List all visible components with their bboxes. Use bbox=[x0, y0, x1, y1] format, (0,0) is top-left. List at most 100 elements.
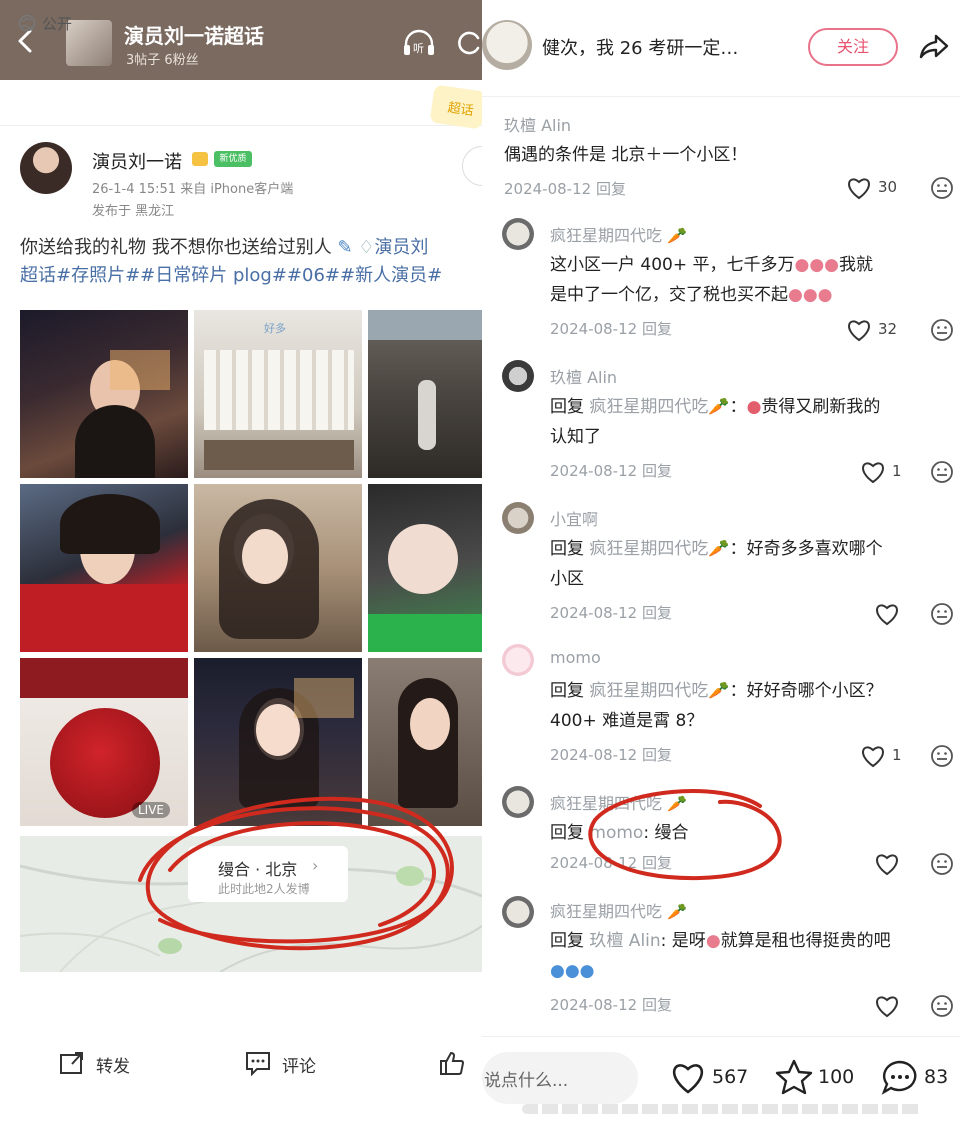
like-heart-icon[interactable] bbox=[874, 852, 900, 876]
comment-like-count: 30 bbox=[878, 178, 898, 196]
photo-4[interactable] bbox=[20, 484, 188, 652]
carrot-icon: 🥕 bbox=[708, 681, 730, 701]
photo-1[interactable] bbox=[20, 310, 188, 478]
supertopic-stats: 3帖子 6粉丝 bbox=[126, 53, 199, 68]
photo-8[interactable] bbox=[194, 658, 362, 826]
like-heart-icon[interactable] bbox=[860, 744, 886, 768]
comment-avatar[interactable] bbox=[502, 644, 534, 676]
author-avatar[interactable] bbox=[20, 142, 72, 194]
post-meta: 26-1-4 15:51 来自 iPhone客户端 bbox=[92, 182, 294, 197]
right-panel: 健次，我 26 考研一定… 关注 玖檀 Alin 偶遇的条件是 北京＋一个小区！… bbox=[482, 0, 960, 1142]
photo-6[interactable] bbox=[368, 484, 482, 652]
map-location-title[interactable]: 缦合 · 北京 bbox=[218, 856, 297, 880]
total-comments: 83 bbox=[924, 1066, 949, 1088]
like-heart-icon[interactable] bbox=[874, 994, 900, 1018]
listen-headphones-icon[interactable]: 听 bbox=[402, 28, 436, 58]
comment-time-reply[interactable]: 2024-08-12 回复 bbox=[550, 994, 672, 1015]
comment-avatar[interactable] bbox=[502, 896, 534, 928]
supertopic-avatar[interactable] bbox=[66, 20, 112, 66]
emoji-reaction-icon[interactable] bbox=[930, 744, 954, 768]
total-favorites: 100 bbox=[818, 1066, 855, 1088]
header-divider bbox=[482, 96, 960, 97]
comment-bubble-icon[interactable] bbox=[880, 1058, 920, 1096]
comment-author[interactable]: 疯狂星期四代吃 🥕 bbox=[550, 898, 687, 922]
post-text-main: 你送给我的礼物 我不想你也送给过别人 bbox=[20, 237, 332, 258]
globe-icon bbox=[18, 14, 36, 32]
comment-author[interactable]: 玖檀 Alin bbox=[550, 364, 617, 388]
emoji-reaction-icon[interactable] bbox=[930, 994, 954, 1018]
emoji-reaction-icon[interactable] bbox=[930, 318, 954, 342]
comment-author[interactable]: 疯狂星期四代吃 🥕 bbox=[550, 790, 687, 814]
comment-avatar[interactable] bbox=[502, 786, 534, 818]
comment-time-reply[interactable]: 2024-08-12 回复 bbox=[504, 178, 626, 199]
repost-button[interactable]: 转发 bbox=[96, 1052, 130, 1077]
like-heart-icon[interactable] bbox=[874, 602, 900, 626]
like-heart-icon[interactable] bbox=[846, 318, 872, 342]
post-tag-line2[interactable]: 超话#存照片##日常碎片 plog##06##新人演员# bbox=[20, 265, 442, 286]
map-location-subtitle: 此时此地2人发博 bbox=[218, 882, 310, 896]
author-follow-button[interactable] bbox=[462, 146, 482, 186]
home-indicator bbox=[522, 1104, 922, 1114]
pig-emoji-icon: ●●● bbox=[788, 285, 833, 305]
follow-button[interactable]: 关注 bbox=[808, 28, 898, 66]
visibility-bar bbox=[0, 80, 482, 126]
carrot-icon: 🥕 bbox=[667, 226, 688, 245]
comment-text: 回复 玖檀 Alin: 是呀●就算是租也得挺贵的吧 ●●● bbox=[550, 931, 891, 981]
visibility-label: 公开 bbox=[42, 15, 73, 33]
live-photo-badge: LIVE bbox=[132, 802, 171, 818]
emoji-reaction-icon[interactable] bbox=[930, 602, 954, 626]
carrot-icon: 🥕 bbox=[667, 794, 688, 813]
comment-author[interactable]: 疯狂星期四代吃 🥕 bbox=[550, 222, 687, 246]
comment-text: 回复 疯狂星期四代吃🥕：好奇多多喜欢哪个 小区 bbox=[550, 539, 883, 589]
emoji-reaction-icon[interactable] bbox=[930, 176, 954, 200]
comment-text: 这小区一户 400+ 平，七千多万●●●我就 是中了一个亿，交了税也买不起●●● bbox=[550, 255, 874, 305]
comment-avatar[interactable] bbox=[502, 218, 534, 250]
comment-avatar[interactable] bbox=[502, 360, 534, 392]
comment-time-reply[interactable]: 2024-08-12 回复 bbox=[550, 852, 672, 873]
video-author-avatar[interactable] bbox=[482, 20, 532, 70]
photo-3[interactable] bbox=[368, 310, 482, 478]
share-arrow-icon[interactable] bbox=[918, 30, 950, 62]
comment-like-count: 1 bbox=[892, 746, 902, 764]
repost-icon[interactable] bbox=[58, 1050, 86, 1076]
comment-text: 回复 疯狂星期四代吃🥕：●贵得又刷新我的 认知了 bbox=[550, 397, 881, 447]
comment-avatar[interactable] bbox=[502, 502, 534, 534]
post-text: 你送给我的礼物 我不想你也送给过别人 ✎ ♢演员刘 超话#存照片##日常碎片 p… bbox=[20, 234, 482, 290]
comment-icon[interactable] bbox=[244, 1050, 272, 1076]
photo-7[interactable] bbox=[20, 658, 188, 826]
comment-time-reply[interactable]: 2024-08-12 回复 bbox=[550, 318, 672, 339]
comment-text: 回复 疯狂星期四代吃🥕：好好奇哪个小区？ 400+ 难道是霄 8？ bbox=[550, 681, 883, 731]
comment-like-count: 1 bbox=[892, 462, 902, 480]
star-icon[interactable] bbox=[774, 1058, 814, 1096]
total-likes: 567 bbox=[712, 1066, 749, 1088]
comment-time-reply[interactable]: 2024-08-12 回复 bbox=[550, 602, 672, 623]
photo-2[interactable]: 好多 bbox=[194, 310, 362, 478]
like-heart-icon[interactable] bbox=[860, 460, 886, 484]
comment-text: 回复 momo: 缦合 bbox=[550, 823, 689, 843]
video-title[interactable]: 健次，我 26 考研一定… bbox=[542, 34, 738, 60]
emoji-reaction-icon[interactable] bbox=[930, 460, 954, 484]
comment-author[interactable]: momo bbox=[550, 648, 601, 667]
photo-5[interactable] bbox=[194, 484, 362, 652]
crying-emoji-icon: ●●● bbox=[550, 961, 595, 981]
author-name[interactable]: 演员刘一诺 bbox=[92, 148, 182, 174]
comment-button[interactable]: 评论 bbox=[282, 1052, 316, 1077]
star-emoji-icon: ✎ bbox=[337, 237, 353, 258]
emoji-reaction-icon[interactable] bbox=[930, 852, 954, 876]
comment-text: 偶遇的条件是 北京＋一个小区！ bbox=[504, 145, 748, 165]
comment-author[interactable]: 小宜啊 bbox=[550, 506, 598, 530]
comment-time-reply[interactable]: 2024-08-12 回复 bbox=[550, 744, 672, 765]
comment-time-reply[interactable]: 2024-08-12 回复 bbox=[550, 460, 672, 481]
supertopic-title[interactable]: 演员刘一诺超话 bbox=[124, 20, 264, 49]
post-tag-line1[interactable]: 演员刘 bbox=[374, 237, 428, 258]
left-panel: 演员刘一诺超话 3帖子 6粉丝 听 公开 超话 演员刘一诺 新优质 26-1-4… bbox=[0, 0, 482, 1142]
author-badge: 新优质 bbox=[214, 151, 252, 167]
comment-author[interactable]: 玖檀 Alin bbox=[504, 112, 571, 136]
thumbs-up-icon[interactable] bbox=[438, 1050, 466, 1076]
refresh-icon[interactable] bbox=[456, 28, 482, 58]
like-heart-icon[interactable] bbox=[846, 176, 872, 200]
photo-9[interactable] bbox=[368, 658, 482, 826]
comment-input-placeholder[interactable]: 说点什么... bbox=[484, 1066, 568, 1091]
pig-emoji-icon: ●●● bbox=[794, 255, 840, 275]
like-heart-icon[interactable] bbox=[668, 1058, 708, 1096]
